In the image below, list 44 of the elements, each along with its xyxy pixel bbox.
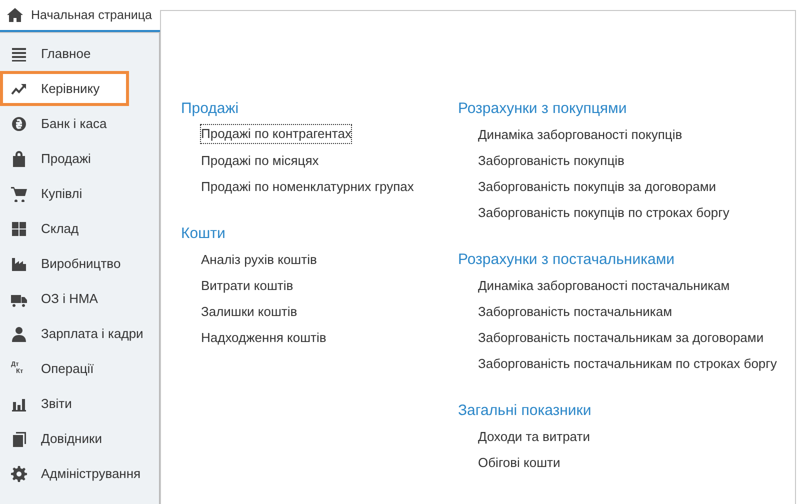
sidebar-item[interactable]: Продажі (0, 141, 159, 176)
section-title: Кошти (181, 225, 226, 242)
report-link[interactable]: Залишки коштів (201, 302, 298, 328)
gear-icon (11, 466, 27, 482)
report-link[interactable]: Заборгованість покупців (478, 151, 624, 177)
factory-icon (11, 256, 27, 272)
section-title: Розрахунки з постачальниками (458, 251, 675, 268)
report-link[interactable]: Доходи та витрати (478, 427, 590, 453)
report-link[interactable]: Надходження коштів (201, 328, 326, 354)
report-link[interactable]: Динаміка заборгованості постачальникам (478, 276, 730, 302)
sidebar-item[interactable]: Виробництво (0, 246, 159, 281)
sidebar-item[interactable]: Главное (0, 36, 159, 71)
bag-icon (11, 150, 27, 166)
report-link[interactable]: Заборгованість постачальникам (478, 302, 672, 328)
cart-icon (11, 186, 27, 202)
report-link[interactable]: Продажі по контрагентах (201, 125, 352, 143)
section-title: Загальні показники (458, 402, 592, 419)
sidebar-item[interactable]: Керівнику (0, 71, 129, 106)
documents-icon (11, 430, 27, 446)
sidebar-item[interactable]: ОЗ і НМА (0, 281, 159, 316)
grid-icon (11, 220, 27, 236)
sidebar-item[interactable]: Зарплата і кадри (0, 316, 159, 351)
sidebar-item[interactable]: Адміністрування (0, 456, 159, 491)
section-title: Продажі (181, 100, 239, 117)
sidebar-item[interactable]: Банк і каса (0, 106, 159, 141)
report-link[interactable]: Динаміка заборгованості покупців (478, 125, 682, 151)
section-title: Розрахунки з покупцями (458, 100, 627, 117)
sidebar-item[interactable]: Звіти (0, 386, 159, 421)
report-link[interactable]: Витрати коштів (201, 276, 294, 302)
home-icon (7, 7, 23, 23)
report-link[interactable]: Заборгованість покупців по строках боргу (478, 203, 730, 229)
person-icon (11, 326, 27, 342)
report-link[interactable]: Заборгованість покупців за договорами (478, 177, 716, 203)
coin-icon (11, 116, 27, 132)
report-link[interactable]: Обігові кошти (478, 453, 560, 479)
sidebar-item[interactable]: Склад (0, 211, 159, 246)
sidebar-item[interactable]: Довідники (0, 421, 159, 456)
report-link[interactable]: Продажі по номенклатурних групах (201, 177, 414, 203)
report-link[interactable]: Аналіз рухів коштів (201, 250, 317, 276)
menu-icon (11, 46, 27, 62)
sidebar-item[interactable]: Купівлі (0, 176, 159, 211)
report-link[interactable]: Заборгованість постачальникам за договорами (478, 328, 764, 354)
report-link[interactable]: Заборгованість постачальникам по строках боргу (478, 354, 777, 380)
report-link[interactable]: Продажі по місяцях (201, 151, 319, 177)
